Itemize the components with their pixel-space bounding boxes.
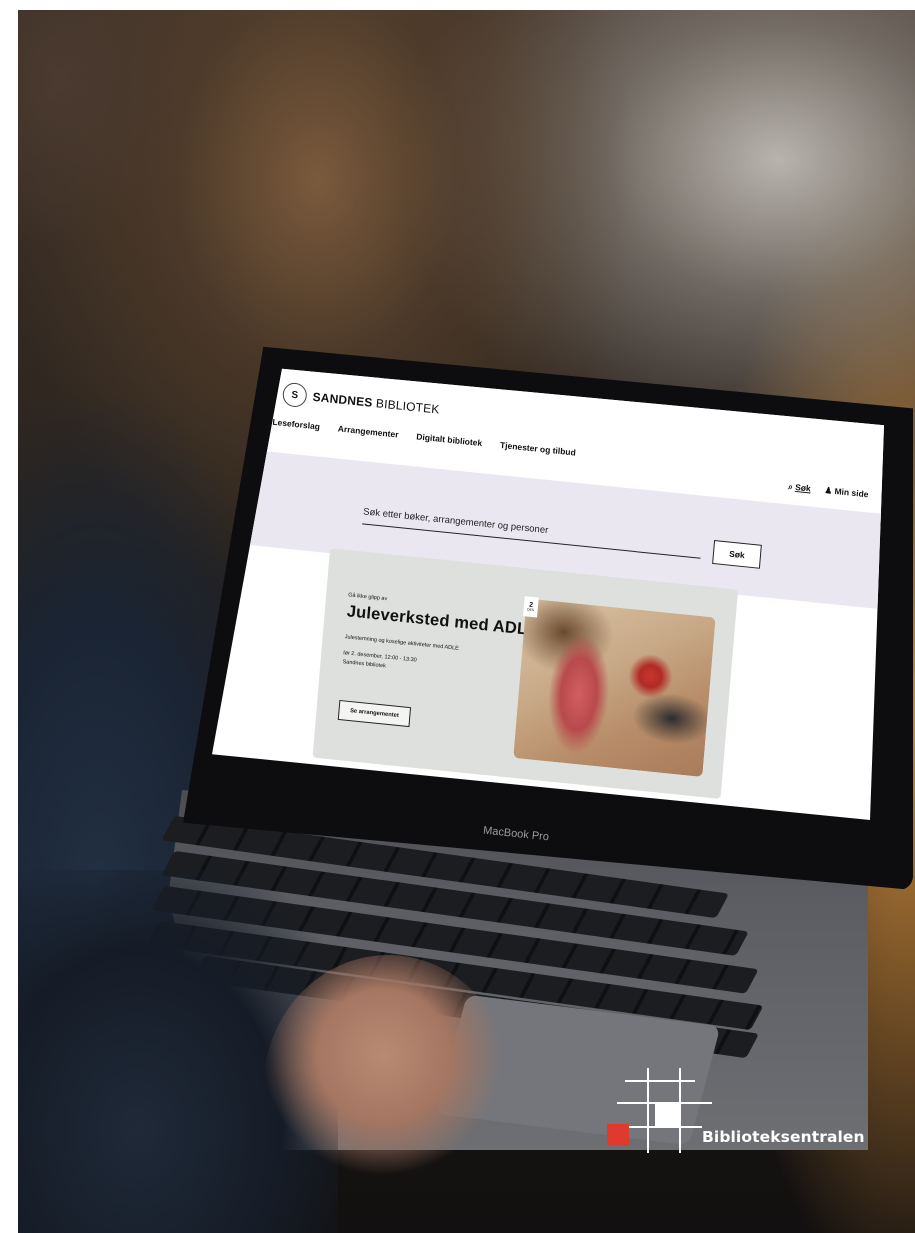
my-page-label: Min side (834, 485, 869, 500)
nav-item-digitalt-bibliotek[interactable]: Digitalt bibliotek (416, 431, 483, 448)
logo-white-square (655, 1102, 679, 1126)
see-event-button[interactable]: Se arrangementet (337, 699, 412, 728)
logo-text-rest: BIBLIOTEK (371, 395, 441, 417)
search-button[interactable]: Søk (712, 540, 762, 569)
logo-grid-line (625, 1080, 695, 1082)
main-nav: Leseforslag Arrangementer Digitalt bibli… (272, 417, 576, 458)
nav-item-leseforslag[interactable]: Leseforslag (272, 417, 320, 432)
logo-emblem-icon: S (281, 381, 308, 409)
nav-item-arrangementer[interactable]: Arrangementer (337, 423, 398, 439)
logo-red-square (607, 1124, 629, 1146)
hand (263, 955, 513, 1225)
background-photo: S SANDNES BIBLIOTEK Leseforslag Arrangem… (18, 10, 915, 1233)
event-eyebrow: Gå ikke glipp av (347, 592, 388, 603)
date-badge: 2 DES (523, 596, 539, 618)
date-badge-month: DES (526, 607, 535, 612)
blurred-head (18, 10, 218, 260)
event-title: Juleverksted med ADLE (346, 602, 540, 640)
user-icon: ♟ (824, 484, 833, 496)
nav-item-tjenester[interactable]: Tjenester og tilbud (500, 440, 576, 458)
laptop-screen: S SANDNES BIBLIOTEK Leseforslag Arrangem… (212, 368, 884, 820)
search-link[interactable]: ⌕ Søk (787, 481, 812, 494)
logo-text-bold: SANDNES (312, 389, 374, 410)
logo-text: SANDNES BIBLIOTEK (312, 390, 440, 417)
biblioteksentralen-logo: Biblioteksentralen (607, 1068, 867, 1158)
event-description: Julestemning og koselige aktiviteter med… (344, 634, 460, 652)
featured-event-card: Gå ikke glipp av Juleverksted med ADLE J… (312, 548, 739, 799)
search-link-label: Søk (794, 481, 812, 494)
event-image (513, 598, 716, 777)
brand-name: Biblioteksentralen (702, 1128, 865, 1146)
site-logo[interactable]: S SANDNES BIBLIOTEK (281, 381, 441, 422)
library-web-page: S SANDNES BIBLIOTEK Leseforslag Arrangem… (219, 368, 884, 820)
search-icon: ⌕ (787, 481, 794, 492)
event-location: Sandnes bibliotek (342, 659, 387, 670)
